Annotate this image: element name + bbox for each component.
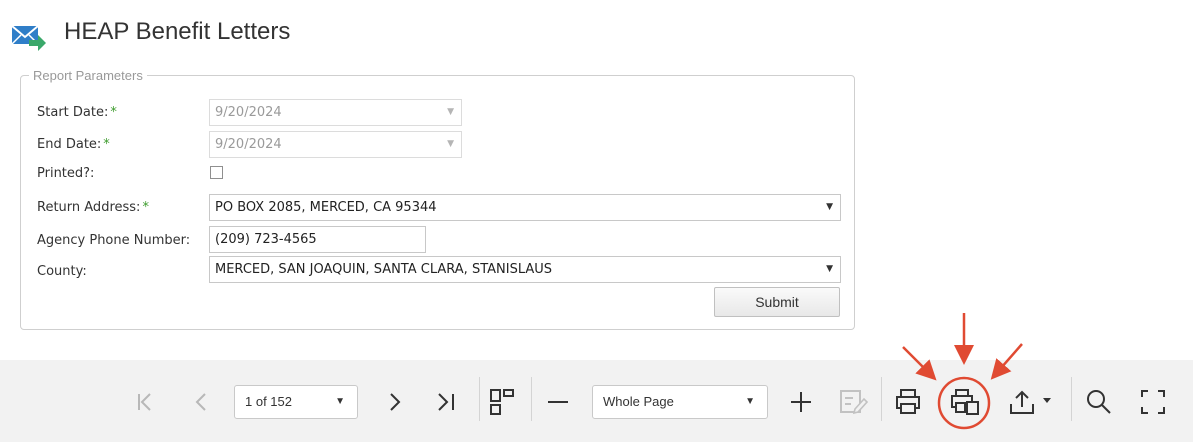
first-page-icon[interactable] [134,391,156,413]
return-address-select[interactable]: PO BOX 2085, MERCED, CA 95344 ▼ [209,194,841,221]
editing-fields-icon[interactable] [838,387,868,417]
zoom-in-icon[interactable] [789,390,813,414]
submit-button[interactable]: Submit [714,287,840,317]
next-page-icon[interactable] [384,391,406,413]
mail-forward-icon [11,25,46,51]
toolbar-separator [531,377,532,421]
print-page-icon[interactable] [949,387,981,417]
chevron-down-icon: ▼ [335,396,345,407]
chevron-down-icon: ▼ [447,139,454,149]
chevron-down-icon: ▼ [826,202,833,212]
full-screen-icon[interactable] [1139,388,1167,416]
end-date-label: End Date: * [37,137,110,152]
county-select[interactable]: MERCED, SAN JOAQUIN, SANTA CLARA, STANIS… [209,256,841,283]
zoom-out-icon[interactable] [546,391,570,413]
agency-phone-label: Agency Phone Number: [37,233,191,248]
previous-page-icon[interactable] [190,391,212,413]
print-icon[interactable] [893,387,923,417]
chevron-down-icon[interactable] [1042,397,1052,405]
printed-checkbox[interactable] [210,166,223,179]
multipage-view-icon[interactable] [488,388,516,416]
search-icon[interactable] [1085,388,1113,416]
toolbar-separator [1071,377,1072,421]
page-title: HEAP Benefit Letters [64,18,291,45]
chevron-down-icon: ▼ [447,107,454,117]
page-header: HEAP Benefit Letters [0,0,1193,70]
return-address-label: Return Address: * [37,200,149,215]
chevron-down-icon: ▼ [826,264,833,274]
agency-phone-input[interactable]: (209) 723-4565 [209,226,426,253]
report-parameters-legend: Report Parameters [33,68,143,83]
chevron-down-icon: ▼ [745,396,755,407]
page-selector[interactable]: 1 of 152 ▼ [234,385,358,419]
county-label: County: [37,264,87,279]
toolbar-separator [479,377,480,421]
export-icon[interactable] [1007,387,1037,417]
toolbar-separator [881,377,882,421]
end-date-input[interactable]: 9/20/2024 ▼ [209,131,462,158]
zoom-selector[interactable]: Whole Page ▼ [592,385,768,419]
printed-label: Printed?: [37,166,95,181]
start-date-label: Start Date: * [37,105,117,120]
start-date-input[interactable]: 9/20/2024 ▼ [209,99,462,126]
last-page-icon[interactable] [434,391,460,413]
